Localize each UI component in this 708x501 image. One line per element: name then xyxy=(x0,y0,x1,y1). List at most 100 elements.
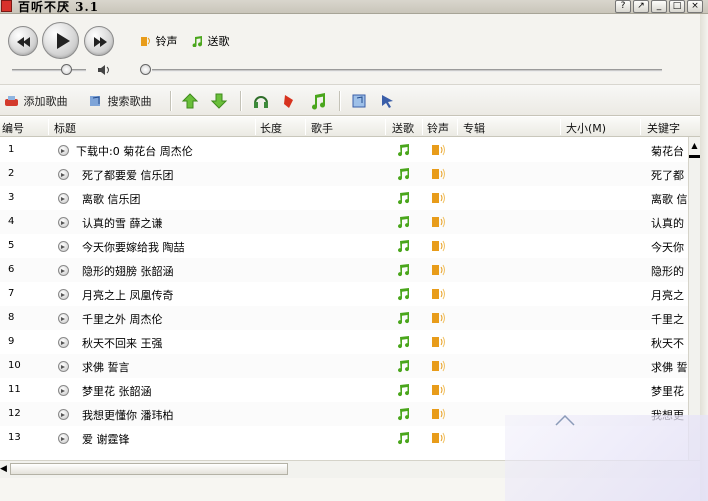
play-status-icon[interactable] xyxy=(58,361,69,372)
scroll-thumb[interactable] xyxy=(689,155,700,158)
column-ring[interactable]: 铃声 xyxy=(427,120,449,136)
table-row[interactable]: 11 梦里花 张韶涵 梦里花 xyxy=(0,378,688,402)
play-status-icon[interactable] xyxy=(58,265,69,276)
ringtone-link[interactable]: 铃声 xyxy=(140,33,178,49)
play-status-icon[interactable] xyxy=(58,385,69,396)
column-keyword[interactable]: 关键字 xyxy=(647,120,680,136)
ringtone-cell[interactable] xyxy=(431,287,447,304)
record-icon[interactable] xyxy=(280,92,298,110)
progress-slider[interactable] xyxy=(152,69,662,72)
table-row[interactable]: 6 隐形的翅膀 张韶涵 隐形的 xyxy=(0,258,688,282)
ringtone-icon xyxy=(432,168,445,180)
row-number: 3 xyxy=(8,192,15,203)
ringtone-cell[interactable] xyxy=(431,359,447,376)
table-row[interactable]: 2 死了都要爱 信乐团 死了都 xyxy=(0,162,688,186)
keyword-cell: 认真的 xyxy=(651,217,684,230)
send-song-cell[interactable] xyxy=(397,239,411,256)
headphones-icon[interactable] xyxy=(252,92,270,110)
play-status-icon[interactable] xyxy=(58,433,69,444)
play-status-icon[interactable] xyxy=(58,145,69,156)
scroll-up-icon[interactable]: ▲ xyxy=(689,139,700,153)
ringtone-cell[interactable] xyxy=(431,311,447,328)
vertical-scrollbar[interactable]: ▲ xyxy=(688,137,700,460)
play-status-icon[interactable] xyxy=(58,409,69,420)
send-song-cell[interactable] xyxy=(397,383,411,400)
minimize-button[interactable]: _ xyxy=(651,0,667,13)
keyword-cell: 今天你 xyxy=(651,241,684,254)
next-button[interactable] xyxy=(84,26,114,56)
column-size[interactable]: 大小(M) xyxy=(566,120,606,136)
send-song-cell[interactable] xyxy=(397,431,411,448)
music-note-icon[interactable] xyxy=(310,92,328,110)
send-song-cell[interactable] xyxy=(397,407,411,424)
play-status-icon[interactable] xyxy=(58,313,69,324)
close-button[interactable]: × xyxy=(687,0,703,13)
send-song-cell[interactable] xyxy=(397,311,411,328)
ringtone-cell[interactable] xyxy=(431,167,447,184)
toolbar-separator xyxy=(240,91,242,111)
volume-slider[interactable] xyxy=(12,69,86,72)
table-row[interactable]: 5 今天你要嫁给我 陶喆 今天你 xyxy=(0,234,688,258)
ringtone-cell[interactable] xyxy=(431,143,447,160)
send-song-cell[interactable] xyxy=(397,167,411,184)
send-song-cell[interactable] xyxy=(397,215,411,232)
volume-knob[interactable] xyxy=(61,64,72,75)
ringtone-cell[interactable] xyxy=(431,215,447,232)
send-song-cell[interactable] xyxy=(397,359,411,376)
column-album[interactable]: 专辑 xyxy=(463,120,485,136)
column-length[interactable]: 长度 xyxy=(260,120,282,136)
ringtone-icon xyxy=(432,288,445,300)
music-note-icon xyxy=(398,264,410,277)
ringtone-cell[interactable] xyxy=(431,431,447,448)
scroll-left-icon[interactable]: ◀ xyxy=(0,463,9,476)
playlist-icon[interactable] xyxy=(351,92,369,110)
table-row[interactable]: 3 离歌 信乐团 离歌 信 xyxy=(0,186,688,210)
column-title[interactable]: 标题 xyxy=(54,120,76,136)
play-status-icon[interactable] xyxy=(58,193,69,204)
pin-button[interactable]: ↗ xyxy=(633,0,649,13)
song-title: 我想更懂你 潘玮柏 xyxy=(82,409,174,422)
play-status-icon[interactable] xyxy=(58,241,69,252)
cursor-pointer-icon[interactable] xyxy=(379,92,397,110)
help-button[interactable]: ? xyxy=(615,0,631,13)
column-singer[interactable]: 歌手 xyxy=(311,120,333,136)
play-status-icon[interactable] xyxy=(58,217,69,228)
ringtone-cell[interactable] xyxy=(431,383,447,400)
send-song-cell[interactable] xyxy=(397,143,411,160)
column-send[interactable]: 送歌 xyxy=(392,120,414,136)
add-song-button[interactable]: 添加歌曲 xyxy=(4,93,68,109)
song-title: 梦里花 张韶涵 xyxy=(82,385,152,398)
table-row[interactable]: 10 求佛 誓言 求佛 誓 xyxy=(0,354,688,378)
table-row[interactable]: 7 月亮之上 凤凰传奇 月亮之 xyxy=(0,282,688,306)
move-down-icon[interactable] xyxy=(210,92,228,110)
music-note-icon xyxy=(398,240,410,253)
send-song-cell[interactable] xyxy=(397,263,411,280)
play-status-icon[interactable] xyxy=(58,169,69,180)
move-up-icon[interactable] xyxy=(181,92,199,110)
table-row[interactable]: 1 下载中:0 菊花台 周杰伦 菊花台 xyxy=(0,138,688,162)
ringtone-cell[interactable] xyxy=(431,407,447,424)
send-song-cell[interactable] xyxy=(397,335,411,352)
ringtone-cell[interactable] xyxy=(431,191,447,208)
maximize-button[interactable]: □ xyxy=(669,0,685,13)
previous-button[interactable] xyxy=(8,26,38,56)
ringtone-cell[interactable] xyxy=(431,335,447,352)
send-song-cell[interactable] xyxy=(397,191,411,208)
column-no[interactable]: 编号 xyxy=(2,120,24,136)
table-row[interactable]: 4 认真的雪 薛之谦 认真的 xyxy=(0,210,688,234)
play-status-icon[interactable] xyxy=(58,337,69,348)
play-button[interactable] xyxy=(42,22,79,59)
keyword-cell: 求佛 誓 xyxy=(651,361,688,374)
play-status-icon[interactable] xyxy=(58,289,69,300)
music-note-icon xyxy=(398,144,410,157)
ringtone-cell[interactable] xyxy=(431,239,447,256)
table-row[interactable]: 8 千里之外 周杰伦 千里之 xyxy=(0,306,688,330)
horizontal-scroll-thumb[interactable] xyxy=(10,463,288,475)
search-song-button[interactable]: 搜索歌曲 xyxy=(88,93,152,109)
table-row[interactable]: 9 秋天不回来 王强 秋天不 xyxy=(0,330,688,354)
song-title: 下载中:0 菊花台 周杰伦 xyxy=(76,145,193,158)
progress-knob[interactable] xyxy=(140,64,151,75)
send-song-link[interactable]: 送歌 xyxy=(192,33,230,49)
ringtone-cell[interactable] xyxy=(431,263,447,280)
send-song-cell[interactable] xyxy=(397,287,411,304)
